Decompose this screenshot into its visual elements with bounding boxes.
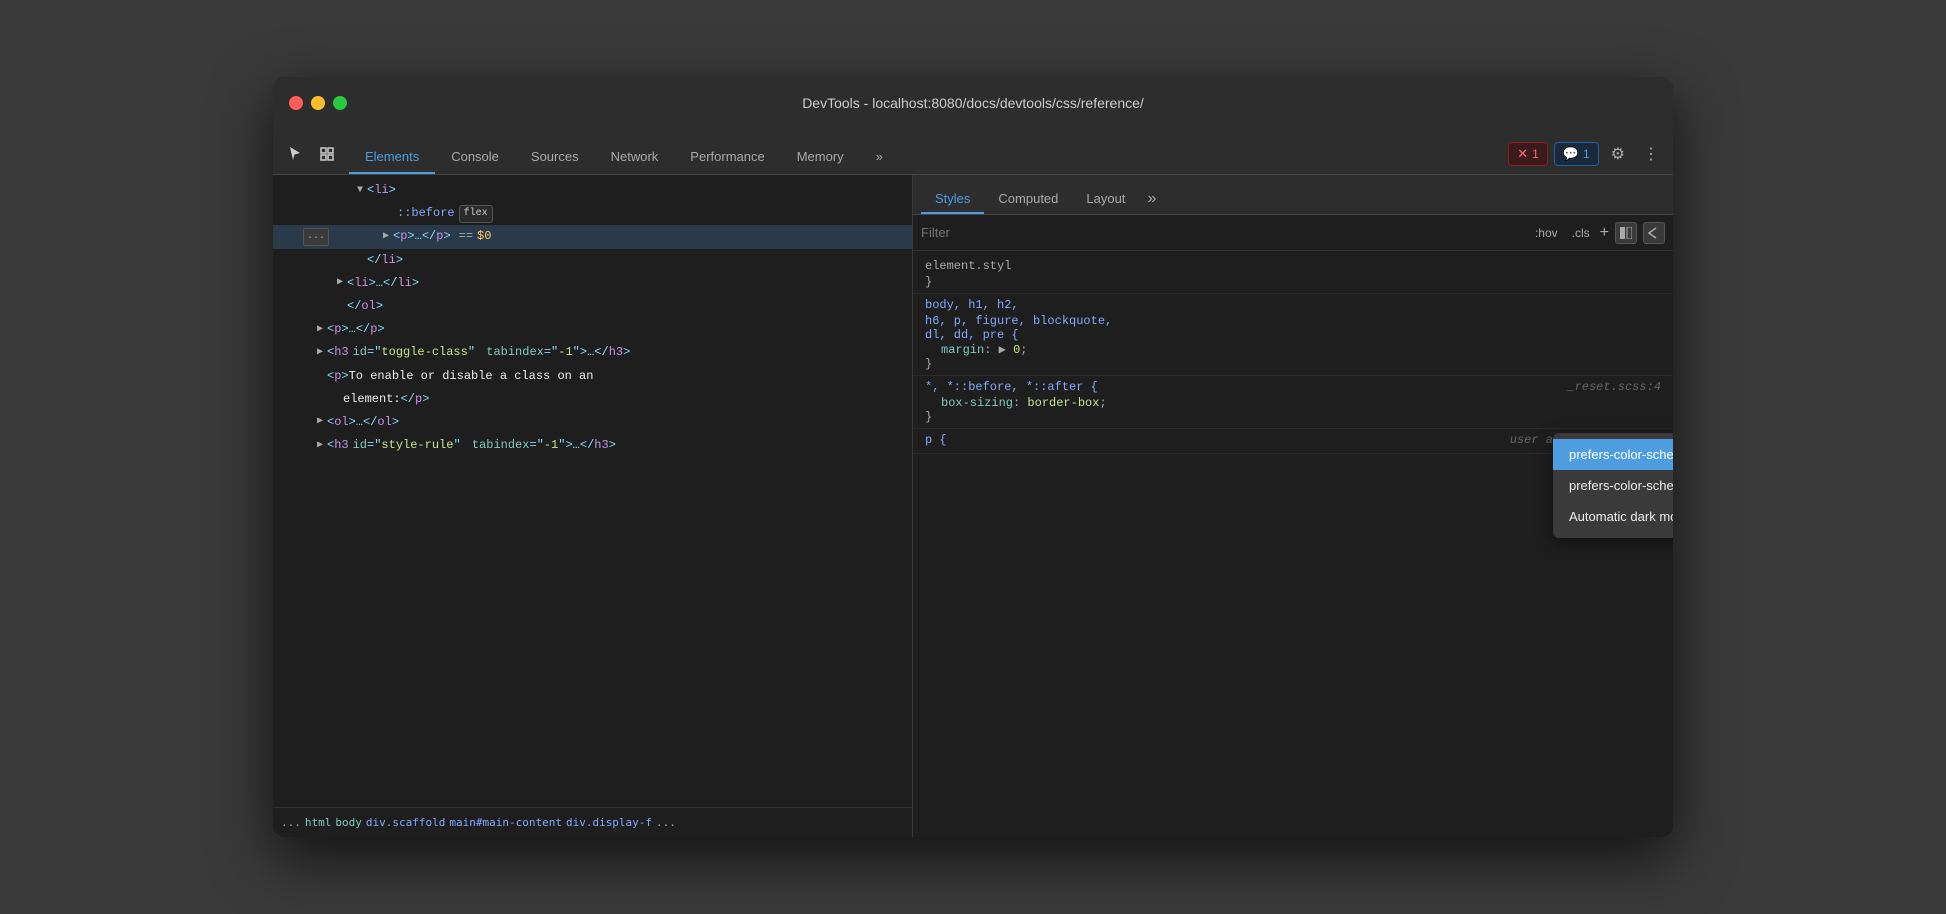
breadcrumb-ellipsis[interactable]: ...: [281, 816, 301, 829]
expand-arrow[interactable]: ▶: [313, 322, 327, 338]
list-item[interactable]: ▶ <h3 id="toggle-class" tabindex="-1" >……: [273, 341, 912, 364]
expand-arrow[interactable]: ▶: [333, 275, 347, 291]
expand-arrow[interactable]: ▶: [313, 345, 327, 361]
error-badge[interactable]: ✕ 1: [1508, 142, 1548, 166]
devtools-window: DevTools - localhost:8080/docs/devtools/…: [273, 77, 1673, 837]
breadcrumb-html[interactable]: html: [305, 816, 332, 829]
add-rule-button[interactable]: +: [1600, 224, 1609, 242]
title-bar: DevTools - localhost:8080/docs/devtools/…: [273, 77, 1673, 129]
dropdown-item-light[interactable]: prefers-color-scheme: light: [1553, 439, 1673, 470]
breadcrumb-scaffold[interactable]: div.scaffold: [366, 816, 445, 829]
rule-selector: element.styl: [925, 259, 1661, 273]
color-scheme-dropdown[interactable]: prefers-color-scheme: light prefers-colo…: [1553, 433, 1673, 538]
tab-more[interactable]: »: [860, 141, 899, 174]
minimize-button[interactable]: [311, 96, 325, 110]
style-rule: _reset.scss:4 *, *::before, *::after { b…: [913, 376, 1673, 429]
styles-tab-bar: Styles Computed Layout »: [913, 175, 1673, 215]
tab-layout[interactable]: Layout: [1072, 185, 1139, 214]
list-item[interactable]: </ol>: [273, 295, 912, 318]
settings-icon[interactable]: ⚙: [1605, 140, 1631, 168]
filter-actions: :hov .cls +: [1531, 222, 1665, 244]
list-item[interactable]: ▶ <ol>…</ol>: [273, 411, 912, 434]
tab-sources[interactable]: Sources: [515, 141, 595, 174]
dropdown-item-auto[interactable]: Automatic dark mode: [1553, 501, 1673, 532]
expand-arrow[interactable]: ▶: [379, 229, 393, 245]
tab-computed[interactable]: Computed: [984, 185, 1072, 214]
tab-bar-right: ✕ 1 💬 1 ⚙ ⋮: [1508, 140, 1665, 174]
window-title: DevTools - localhost:8080/docs/devtools/…: [802, 95, 1144, 111]
tab-network[interactable]: Network: [595, 141, 675, 174]
info-count: 1: [1583, 147, 1590, 161]
tab-performance[interactable]: Performance: [674, 141, 780, 174]
list-item[interactable]: </li>: [273, 249, 912, 272]
breadcrumb-end-ellipsis[interactable]: ...: [656, 816, 676, 829]
main-tab-bar: Elements Console Sources Network Perform…: [273, 129, 1673, 175]
main-content: ▼ <li> ::before flex ... ▶ <p>: [273, 175, 1673, 837]
breadcrumb: ... html body div.scaffold main#main-con…: [273, 807, 912, 837]
list-item[interactable]: <p> To enable or disable a class on an: [273, 365, 912, 388]
hov-button[interactable]: :hov: [1531, 224, 1562, 242]
breadcrumb-body[interactable]: body: [335, 816, 362, 829]
breadcrumb-div[interactable]: div.display-f: [566, 816, 652, 829]
info-icon: 💬: [1563, 146, 1579, 162]
style-rule: element.styl }: [913, 255, 1673, 294]
filter-input[interactable]: [921, 225, 1523, 240]
more-menu-icon[interactable]: ⋮: [1637, 140, 1665, 168]
error-count: 1: [1532, 147, 1539, 161]
styles-tab-more[interactable]: »: [1139, 184, 1164, 214]
pseudo-before-line[interactable]: ::before flex: [273, 202, 912, 225]
elements-tree[interactable]: ▼ <li> ::before flex ... ▶ <p>: [273, 175, 912, 807]
tab-styles[interactable]: Styles: [921, 185, 984, 214]
expand-arrow[interactable]: ▶: [313, 414, 327, 430]
list-item[interactable]: ▼ <li>: [273, 179, 912, 202]
inspect-icon[interactable]: [313, 140, 341, 168]
maximize-button[interactable]: [333, 96, 347, 110]
style-rule: body, h1, h2, h6, p, figure, blockquote,…: [913, 294, 1673, 376]
list-item[interactable]: ▶ <li>…</li>: [273, 272, 912, 295]
selected-element-line[interactable]: ... ▶ <p> … </p> == $0: [273, 225, 912, 248]
tab-memory[interactable]: Memory: [781, 141, 860, 174]
filter-bar: :hov .cls +: [913, 215, 1673, 251]
expand-arrow[interactable]: ▶: [313, 438, 327, 454]
error-icon: ✕: [1517, 146, 1528, 162]
tab-elements[interactable]: Elements: [349, 141, 435, 174]
rule-selector: _reset.scss:4 *, *::before, *::after {: [925, 380, 1661, 394]
styles-panel: Styles Computed Layout » :hov .cls +: [913, 175, 1673, 837]
sidebar-toggle-button[interactable]: [1615, 222, 1637, 244]
rule-selector: user agent stylesheet p {: [925, 433, 1661, 447]
breadcrumb-main[interactable]: main#main-content: [449, 816, 562, 829]
collapse-arrow[interactable]: ▼: [353, 183, 367, 199]
info-badge[interactable]: 💬 1: [1554, 142, 1599, 166]
more-options-btn[interactable]: ...: [303, 228, 329, 246]
tab-console[interactable]: Console: [435, 141, 515, 174]
list-item[interactable]: ▶ <h3 id="style-rule" tabindex="-1" >…</…: [273, 434, 912, 457]
rule-selector: body, h1, h2,: [925, 298, 1661, 312]
styles-rules[interactable]: element.styl } body, h1, h2, h6, p, figu…: [913, 251, 1673, 837]
dropdown-item-dark[interactable]: prefers-color-scheme: dark: [1553, 470, 1673, 501]
cursor-icon[interactable]: [281, 140, 309, 168]
flex-badge: flex: [459, 205, 493, 223]
list-item[interactable]: element: </p>: [273, 388, 912, 411]
list-item[interactable]: ▶ <p>…</p>: [273, 318, 912, 341]
toolbar-icons: [281, 140, 341, 174]
close-button[interactable]: [289, 96, 303, 110]
cls-button[interactable]: .cls: [1568, 224, 1594, 242]
traffic-lights: [289, 96, 347, 110]
close-sidebar-button[interactable]: [1643, 222, 1665, 244]
elements-panel: ▼ <li> ::before flex ... ▶ <p>: [273, 175, 913, 837]
